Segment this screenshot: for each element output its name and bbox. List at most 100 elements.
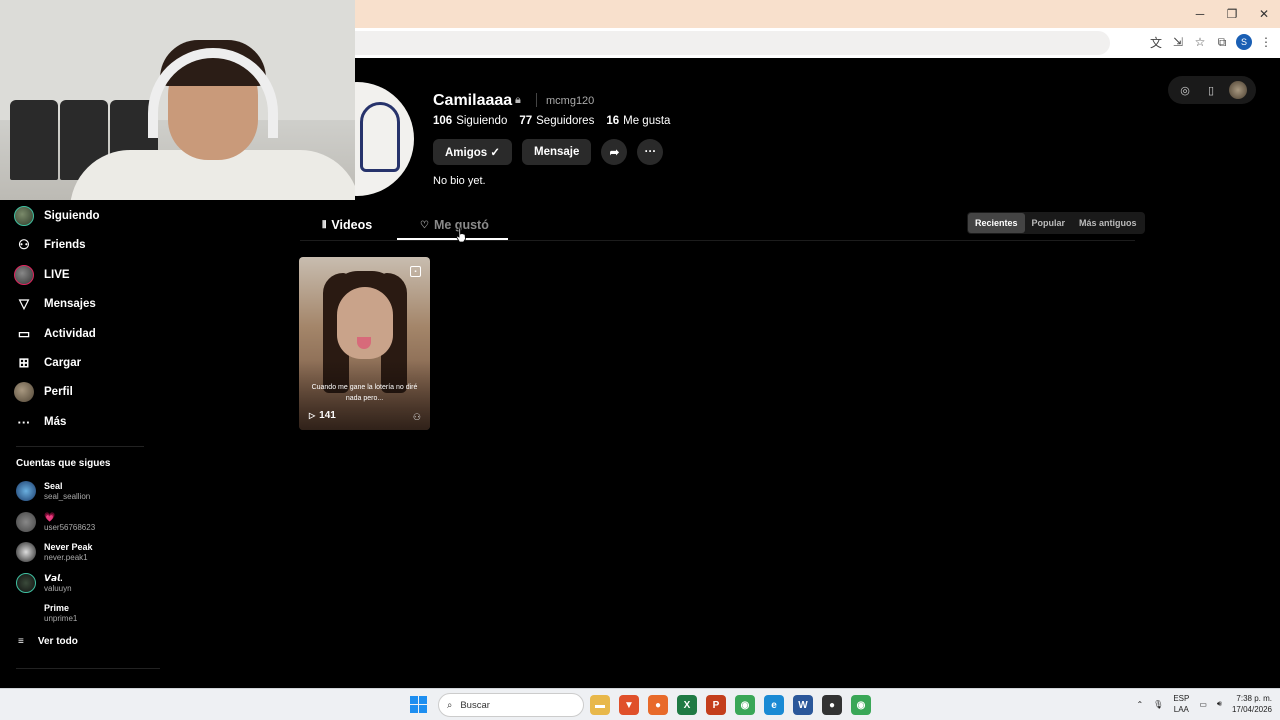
tabs-divider <box>300 240 1135 241</box>
edge-icon[interactable]: e <box>764 695 784 715</box>
close-icon[interactable]: ✕ <box>1248 0 1280 28</box>
profile-icon <box>14 382 34 402</box>
following-accounts-title: Cuentas que sigues <box>16 458 111 469</box>
mobile-icon[interactable]: ▯ <box>1203 82 1219 98</box>
file-explorer-icon[interactable]: ▬ <box>590 695 610 715</box>
sidebar-item-live[interactable]: LIVE <box>14 263 70 287</box>
stat-likes: 16 Me gusta <box>606 115 671 127</box>
language-indicator[interactable]: ESP LAA <box>1173 693 1189 715</box>
restore-icon[interactable]: ❐ <box>1216 0 1248 28</box>
sidebar-item-following[interactable]: Siguiendo <box>14 204 100 228</box>
stat-followers[interactable]: 77 Seguidores <box>519 115 594 127</box>
chrome-active-icon[interactable]: ◉ <box>851 695 871 715</box>
webcam-overlay <box>0 0 355 200</box>
more-options-icon[interactable]: ··· <box>637 139 664 165</box>
translate-icon[interactable]: 文 <box>1148 33 1164 51</box>
heart-off-icon: ♡ <box>420 219 429 231</box>
obs-icon[interactable]: ● <box>822 695 842 715</box>
avatar <box>16 603 36 623</box>
chevron-up-icon[interactable]: ⌃ <box>1136 700 1143 709</box>
firefox-icon[interactable]: ● <box>648 695 668 715</box>
taskbar-search[interactable]: ⌕ Buscar <box>438 693 584 717</box>
clock[interactable]: 7:38 p. m. 17/04/2026 <box>1232 693 1272 715</box>
live-icon <box>14 265 34 285</box>
excel-icon[interactable]: X <box>677 695 697 715</box>
more-icon: ··· <box>17 414 31 430</box>
extensions-icon[interactable]: ⧉ <box>1214 33 1230 51</box>
share-icon[interactable]: ➦ <box>601 139 628 165</box>
sort-oldest[interactable]: Más antiguos <box>1072 213 1144 233</box>
sort-recent[interactable]: Recientes <box>968 213 1025 233</box>
grid-icon: ⦀ <box>322 219 327 231</box>
sidebar-divider <box>16 446 144 447</box>
bookmark-star-icon[interactable]: ☆ <box>1192 33 1208 51</box>
minimize-icon[interactable]: ─ <box>1184 0 1216 28</box>
video-caption: Cuando me gane la lotería no diré nada p… <box>311 384 418 402</box>
video-card[interactable]: ▪ Cuando me gane la lotería no diré nada… <box>299 257 430 430</box>
account-item[interactable]: Prime unprime1 <box>16 600 77 626</box>
compass-icon[interactable]: ◎ <box>1177 82 1193 98</box>
avatar <box>16 573 36 593</box>
profile-actions: Amigos ✓ Mensaje ➦ ··· <box>433 139 664 165</box>
windows-start-icon[interactable] <box>410 696 427 713</box>
profile-stats: 106 Siguiendo 77 Seguidores 16 Me gusta <box>433 115 670 127</box>
top-right-controls: ◎ ▯ <box>1168 76 1256 104</box>
stat-following[interactable]: 106 Siguiendo <box>433 115 507 127</box>
see-all-link[interactable]: ≡ Ver todo <box>18 636 78 647</box>
sidebar-item-upload[interactable]: ⊞ Cargar <box>14 351 82 375</box>
account-item[interactable]: 💗 user56768623 <box>16 509 95 535</box>
chrome-icon[interactable]: ◉ <box>735 695 755 715</box>
messages-icon: ▽ <box>19 296 29 311</box>
tab-videos[interactable]: ⦀ Videos <box>322 218 372 232</box>
account-item[interactable]: 𝙑𝙖𝙡. valuuyn <box>16 570 72 596</box>
profile-bio: No bio yet. <box>433 175 486 187</box>
install-app-icon[interactable]: ⇲ <box>1170 33 1186 51</box>
system-tray: ⌃ 🎙︎ ESP LAA ▭ 🔊︎ 7:38 p. m. 17/04/2026 <box>1136 693 1272 715</box>
sidebar-item-activity[interactable]: ▭ Actividad <box>14 322 96 346</box>
network-icon[interactable]: ▭ <box>1199 700 1207 709</box>
activity-icon: ▭ <box>17 326 31 341</box>
message-button[interactable]: Mensaje <box>522 139 592 165</box>
user-avatar[interactable] <box>1229 81 1247 99</box>
sidebar-item-friends[interactable]: ⚇ Friends <box>14 233 85 257</box>
address-bar[interactable] <box>340 31 1110 55</box>
sidebar-divider <box>16 668 160 669</box>
taskbar-apps: ▬ ▼ ● X P ◉ e W ● ◉ <box>590 695 871 715</box>
hand-cursor-icon <box>455 227 466 243</box>
brave-icon[interactable]: ▼ <box>619 695 639 715</box>
friends-icon: ⚇ <box>18 237 30 252</box>
avatar <box>16 512 36 532</box>
word-icon[interactable]: W <box>793 695 813 715</box>
play-count: ▷ 141 <box>309 410 336 421</box>
avatar <box>16 481 36 501</box>
sort-toggle: Recientes Popular Más antiguos <box>967 212 1145 234</box>
microphone-icon[interactable]: 🎙︎ <box>1153 700 1163 709</box>
account-item[interactable]: Seal seal_seallion <box>16 478 90 504</box>
toolbar-icons: 文 ⇲ ☆ ⧉ S ⋮ <box>1148 33 1274 51</box>
sidebar: Siguiendo ⚇ Friends LIVE ▽ Mensajes ▭ Ac… <box>0 200 160 688</box>
lock-icon: 🔒︎ <box>515 94 521 106</box>
taskbar: ⌕ Buscar ▬ ▼ ● X P ◉ e W ● ◉ ⌃ 🎙︎ ESP LAA… <box>0 688 1280 720</box>
avatar <box>16 542 36 562</box>
photo-icon: ▪ <box>410 266 421 277</box>
list-icon: ≡ <box>18 636 24 647</box>
profile-username: mcmg120 <box>546 95 595 107</box>
friends-button[interactable]: Amigos ✓ <box>433 139 513 165</box>
browser-profile-avatar[interactable]: S <box>1236 34 1252 50</box>
sort-popular[interactable]: Popular <box>1025 213 1073 233</box>
window-controls: ─ ❐ ✕ <box>1184 0 1280 28</box>
search-icon: ⌕ <box>447 699 453 711</box>
name-separator <box>536 93 537 107</box>
profile-name: Camilaaaa <box>433 92 513 109</box>
sidebar-item-more[interactable]: ··· Más <box>14 410 67 434</box>
powerpoint-icon[interactable]: P <box>706 695 726 715</box>
browser-menu-icon[interactable]: ⋮ <box>1258 33 1274 51</box>
play-icon: ▷ <box>309 411 316 420</box>
sidebar-item-profile[interactable]: Perfil <box>14 380 73 404</box>
friends-only-icon: ⚇ <box>412 412 421 422</box>
sidebar-item-messages[interactable]: ▽ Mensajes <box>14 292 96 316</box>
active-tab-indicator <box>397 238 508 240</box>
following-avatar-icon <box>14 206 34 226</box>
volume-icon[interactable]: 🔊︎ <box>1217 699 1222 709</box>
account-item[interactable]: Never Peak never.peak1 <box>16 539 93 565</box>
